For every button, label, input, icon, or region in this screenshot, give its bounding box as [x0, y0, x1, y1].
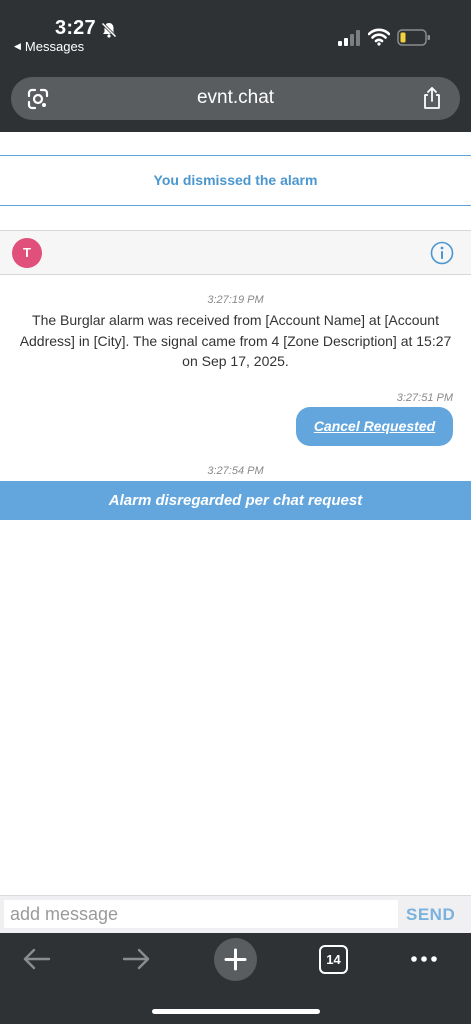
- tab-switcher-button[interactable]: 14: [319, 945, 348, 974]
- bell-slash-icon: [101, 22, 117, 38]
- message-timestamp: 3:27:51 PM: [396, 392, 453, 404]
- divider-top: [0, 155, 471, 156]
- alarm-message: The Burglar alarm was received from [Acc…: [19, 312, 452, 369]
- back-app-label: Messages: [24, 39, 85, 54]
- cancel-requested-bubble[interactable]: Cancel Requested: [296, 407, 453, 446]
- message-timestamp: 3:27:19 PM: [207, 294, 264, 306]
- status-time: 3:27: [55, 17, 96, 39]
- divider-bottom: [0, 205, 471, 206]
- url-bar[interactable]: evnt.chat: [11, 77, 460, 120]
- chat-header: T: [0, 230, 471, 275]
- more-dots-icon[interactable]: [410, 955, 438, 963]
- home-indicator: [152, 1009, 320, 1014]
- top-chrome: 3:27 ◀ Messages evnt.chat: [0, 0, 471, 132]
- message-composer: SEND: [0, 895, 471, 933]
- dismissed-notice: You dismissed the alarm: [153, 172, 318, 188]
- url-text: evnt.chat: [196, 87, 275, 108]
- new-tab-button[interactable]: [214, 938, 257, 981]
- info-icon[interactable]: [430, 241, 454, 265]
- share-icon[interactable]: [422, 86, 442, 110]
- plus-icon: [224, 948, 247, 971]
- cellular-signal-icon: [338, 30, 360, 46]
- message-timestamp: 3:27:54 PM: [207, 465, 264, 477]
- back-arrow-icon[interactable]: [22, 947, 52, 971]
- forward-arrow-icon[interactable]: [121, 947, 151, 971]
- wifi-icon: [368, 28, 390, 46]
- alarm-disregarded-banner: Alarm disregarded per chat request: [0, 481, 471, 520]
- avatar[interactable]: T: [12, 238, 42, 268]
- back-triangle-icon: ◀: [14, 41, 21, 51]
- battery-icon: [397, 29, 430, 46]
- send-button[interactable]: SEND: [406, 905, 455, 925]
- message-input[interactable]: [4, 900, 398, 928]
- back-to-app-link[interactable]: ◀ Messages: [14, 39, 84, 54]
